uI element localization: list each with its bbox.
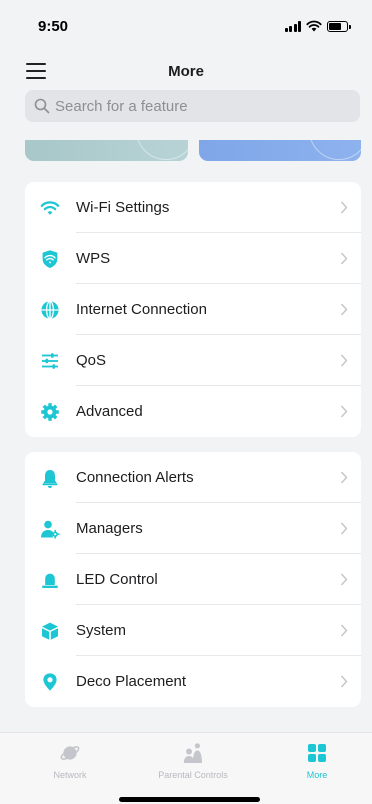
status-icons [284, 20, 351, 32]
menu-item-connection-alerts[interactable]: Connection Alerts [25, 452, 361, 503]
menu-item-led-control[interactable]: LED Control [25, 554, 361, 605]
menu-item-advanced[interactable]: Advanced [25, 386, 361, 437]
sliders-icon [42, 353, 58, 369]
menu-item-wps[interactable]: WPS [25, 233, 361, 284]
family-icon [183, 743, 202, 763]
page-title: More [168, 62, 204, 80]
chevron-right-icon [340, 354, 348, 367]
chevron-right-icon [340, 675, 348, 688]
chevron-right-icon [340, 471, 348, 484]
menu-item-qos[interactable]: QoS [25, 335, 361, 386]
search-icon [34, 98, 50, 114]
menu-item-label: Wi-Fi Settings [76, 199, 170, 216]
settings-group-system: Connection Alerts Managers LED Control S… [25, 452, 361, 707]
bell-icon [42, 470, 58, 488]
menu-item-label: Advanced [76, 403, 143, 420]
menu-item-wifi-settings[interactable]: Wi-Fi Settings [25, 182, 361, 233]
menu-item-label: Connection Alerts [76, 469, 194, 486]
chevron-right-icon [340, 573, 348, 586]
wps-shield-icon [42, 250, 58, 268]
menu-item-label: Managers [76, 520, 143, 537]
menu-item-label: WPS [76, 250, 111, 267]
search-input[interactable] [55, 97, 360, 115]
status-bar: 9:50 [0, 0, 372, 52]
menu-item-label: Deco Placement [76, 673, 187, 690]
menu-icon[interactable] [26, 63, 46, 79]
cube-icon [42, 622, 58, 640]
tab-bar: Network Parental Controls More [0, 732, 372, 804]
location-pin-icon [43, 673, 57, 691]
menu-item-deco-placement[interactable]: Deco Placement [25, 656, 361, 707]
chevron-right-icon [340, 405, 348, 418]
menu-item-label: Internet Connection [76, 301, 207, 318]
chevron-right-icon [340, 252, 348, 265]
feature-banner-right[interactable] [199, 140, 361, 161]
menu-item-managers[interactable]: Managers [25, 503, 361, 554]
wifi-icon [40, 201, 60, 215]
nav-bar: More [0, 54, 372, 88]
gear-icon [41, 403, 59, 421]
planet-icon [60, 746, 80, 760]
tab-label: Network [53, 770, 87, 780]
grid-icon [308, 744, 326, 762]
chevron-right-icon [340, 303, 348, 316]
user-gear-icon [41, 520, 60, 539]
settings-group-network: Wi-Fi Settings WPS Internet Connection Q… [25, 182, 361, 437]
wifi-status-icon [306, 20, 322, 32]
chevron-right-icon [340, 522, 348, 535]
menu-item-label: System [76, 622, 127, 639]
chevron-right-icon [340, 624, 348, 637]
search-bar[interactable] [25, 90, 360, 122]
tab-label: More [306, 770, 328, 780]
tab-more[interactable]: More [255, 742, 372, 780]
tab-label: Parental Controls [158, 770, 228, 780]
cellular-signal-icon [284, 20, 301, 32]
home-indicator [119, 797, 260, 802]
tab-parental-controls[interactable]: Parental Controls [131, 742, 255, 780]
battery-icon [327, 20, 351, 32]
feature-banner-left[interactable] [25, 140, 188, 161]
globe-icon [41, 300, 59, 320]
menu-item-label: QoS [76, 352, 107, 369]
menu-item-system[interactable]: System [25, 605, 361, 656]
chevron-right-icon [340, 201, 348, 214]
tab-network[interactable]: Network [8, 742, 132, 780]
led-icon [42, 573, 58, 588]
status-time: 9:50 [38, 17, 69, 35]
menu-item-label: LED Control [76, 571, 158, 588]
menu-item-internet-connection[interactable]: Internet Connection [25, 284, 361, 335]
